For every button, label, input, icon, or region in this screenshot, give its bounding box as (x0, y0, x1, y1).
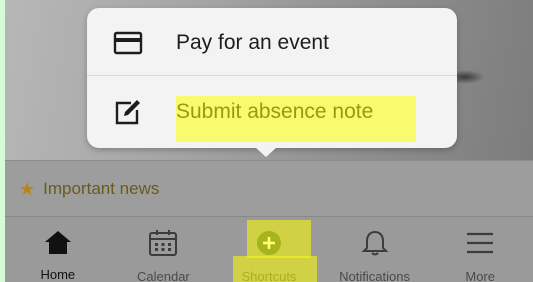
star-icon: ★ (19, 179, 36, 199)
menu-item-pay-event[interactable]: Pay for an event (87, 10, 457, 76)
menu-divider (87, 75, 457, 76)
tab-more-label: More (465, 269, 495, 282)
tab-calendar-label: Calendar (137, 269, 190, 282)
tab-shortcuts-label: Shortcuts (241, 269, 297, 282)
menu-icon (465, 229, 495, 257)
important-news-link[interactable]: ★ Important news (19, 179, 159, 199)
add-circle-icon (254, 229, 284, 257)
calendar-icon (148, 229, 178, 257)
shortcuts-popup-menu: Pay for an event Submit absence note (87, 8, 457, 157)
menu-item-submit-absence-label: Submit absence note (176, 100, 374, 123)
tab-shortcuts[interactable]: Shortcuts (216, 217, 322, 282)
bell-icon (360, 229, 390, 257)
menu-item-pay-event-label: Pay for an event (176, 31, 329, 54)
tab-calendar[interactable]: Calendar (111, 217, 217, 282)
bottom-tab-bar: Home Calendar Shortcuts Notifications Mo… (5, 216, 533, 282)
menu-item-submit-absence[interactable]: Submit absence note (87, 79, 457, 145)
news-bar[interactable]: ★ Important news (5, 160, 533, 216)
home-icon (43, 229, 73, 255)
tab-home[interactable]: Home (5, 217, 111, 282)
tab-more[interactable]: More (427, 217, 533, 282)
edit-note-icon (112, 98, 144, 126)
credit-card-icon (112, 29, 144, 57)
tab-notifications-label: Notifications (339, 269, 410, 282)
tab-home-label: Home (40, 267, 76, 282)
important-news-label: Important news (43, 179, 160, 198)
tab-notifications[interactable]: Notifications (322, 217, 428, 282)
